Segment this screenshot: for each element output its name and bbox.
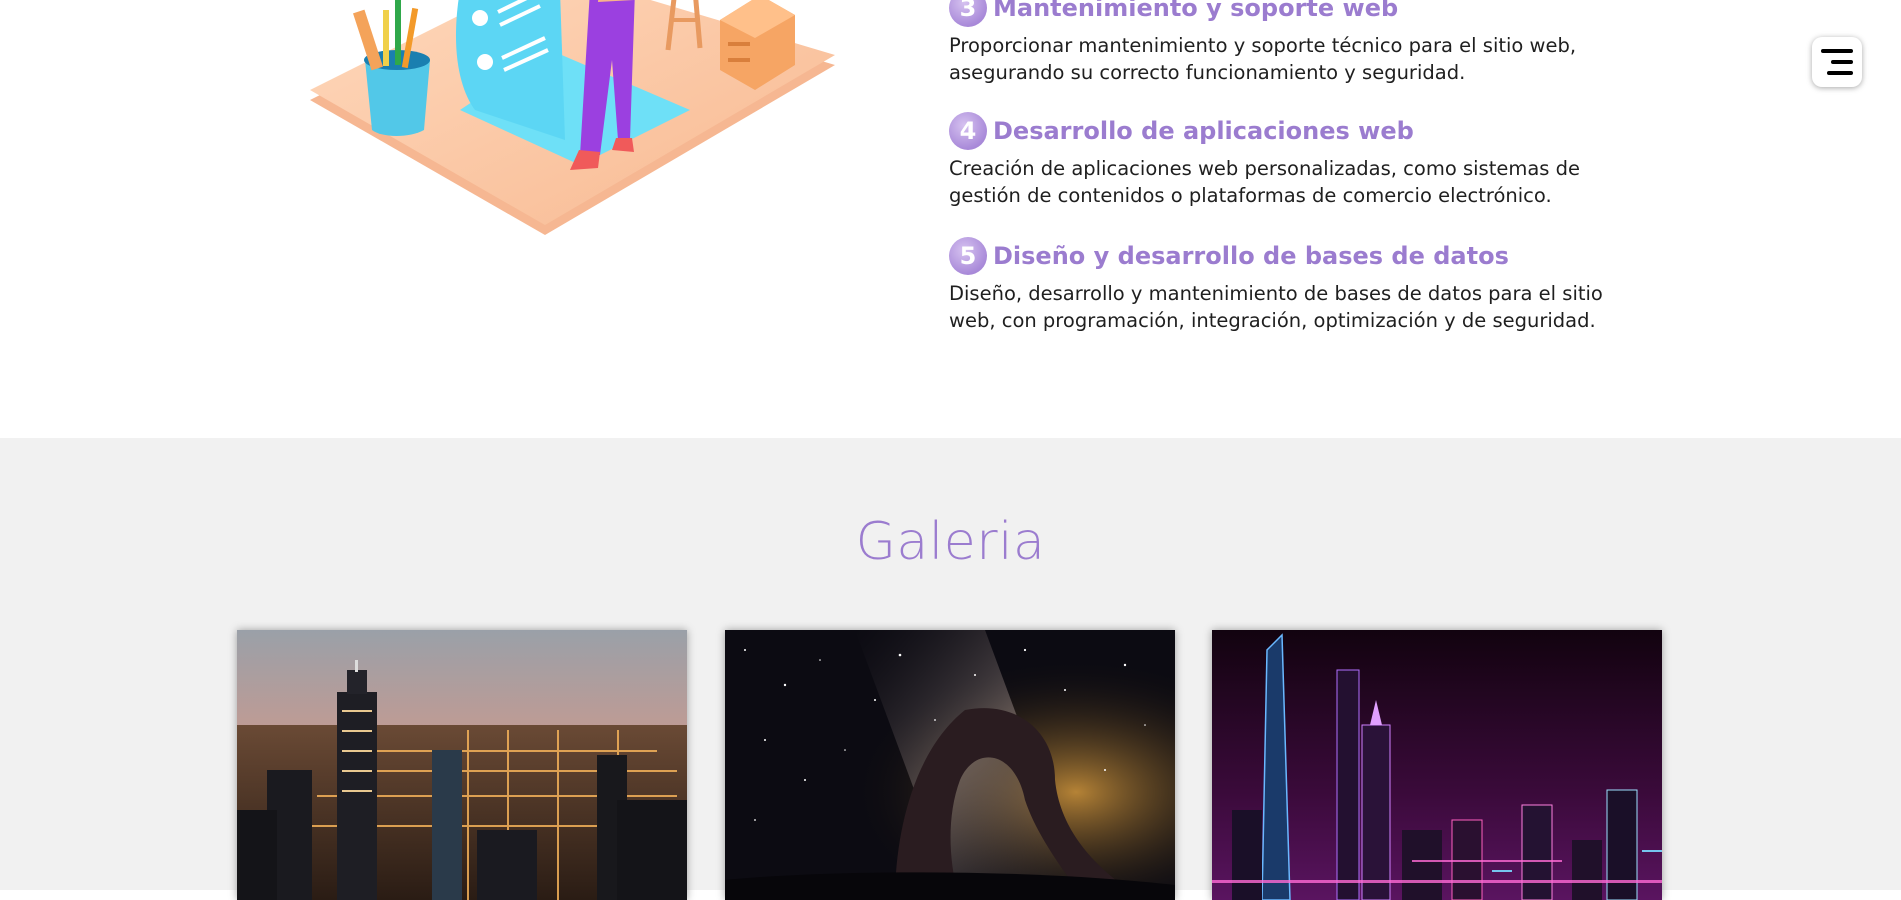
milky-way-arch-photo[interactable] bbox=[725, 630, 1175, 900]
number-badge: 4 bbox=[949, 112, 987, 150]
service-title: Diseño y desarrollo de bases de datos bbox=[993, 242, 1509, 270]
service-item: 5 Diseño y desarrollo de bases de datos … bbox=[949, 236, 1629, 334]
service-item: 4 Desarrollo de aplicaciones web Creació… bbox=[949, 111, 1629, 209]
number-badge: 3 bbox=[949, 0, 987, 27]
neon-skyline-photo[interactable] bbox=[1212, 630, 1662, 900]
number-badge: 5 bbox=[949, 237, 987, 275]
service-description: Creación de aplicaciones web personaliza… bbox=[949, 157, 1581, 207]
service-title: Desarrollo de aplicaciones web bbox=[993, 117, 1414, 145]
office-illustration bbox=[310, 0, 835, 235]
service-title: Mantenimiento y soporte web bbox=[993, 0, 1399, 22]
menu-button[interactable] bbox=[1812, 37, 1862, 87]
service-item: 3 Mantenimiento y soporte web Proporcion… bbox=[949, 0, 1629, 86]
gallery-section: Galeria bbox=[0, 438, 1901, 900]
service-description: Diseño, desarrollo y mantenimiento de ba… bbox=[949, 282, 1603, 332]
services-section: 3 Mantenimiento y soporte web Proporcion… bbox=[0, 0, 1901, 438]
gallery-title: Galeria bbox=[855, 512, 1046, 572]
city-night-photo[interactable] bbox=[237, 630, 687, 900]
service-description: Proporcionar mantenimiento y soporte téc… bbox=[949, 34, 1577, 84]
